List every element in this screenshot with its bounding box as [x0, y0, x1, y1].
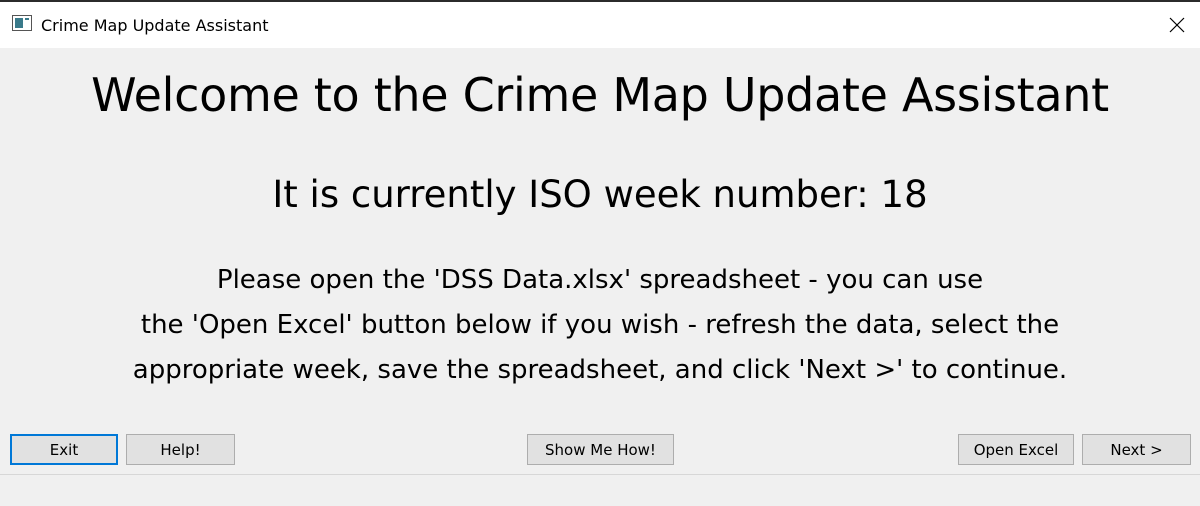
iso-week-label: It is currently ISO week number: 18	[272, 173, 928, 216]
app-window-icon	[12, 15, 32, 31]
close-icon	[1169, 17, 1185, 33]
status-bar	[0, 474, 1200, 506]
window-title: Crime Map Update Assistant	[41, 16, 269, 35]
next-button[interactable]: Next >	[1082, 434, 1191, 465]
close-button[interactable]	[1154, 2, 1200, 48]
title-bar[interactable]: Crime Map Update Assistant	[0, 2, 1200, 48]
help-button[interactable]: Help!	[126, 434, 235, 465]
welcome-heading: Welcome to the Crime Map Update Assistan…	[91, 68, 1109, 122]
open-excel-button[interactable]: Open Excel	[958, 434, 1074, 465]
exit-button[interactable]: Exit	[10, 434, 118, 465]
instructions-line: appropriate week, save the spreadsheet, …	[132, 355, 1068, 385]
app-window: Crime Map Update Assistant Welcome to th…	[0, 0, 1200, 506]
show-me-how-button[interactable]: Show Me How!	[527, 434, 674, 465]
instructions-line: the 'Open Excel' button below if you wis…	[140, 310, 1060, 340]
instructions-line: Please open the 'DSS Data.xlsx' spreadsh…	[216, 265, 984, 295]
instructions-text: Please open the 'DSS Data.xlsx' spreadsh…	[0, 258, 1200, 393]
